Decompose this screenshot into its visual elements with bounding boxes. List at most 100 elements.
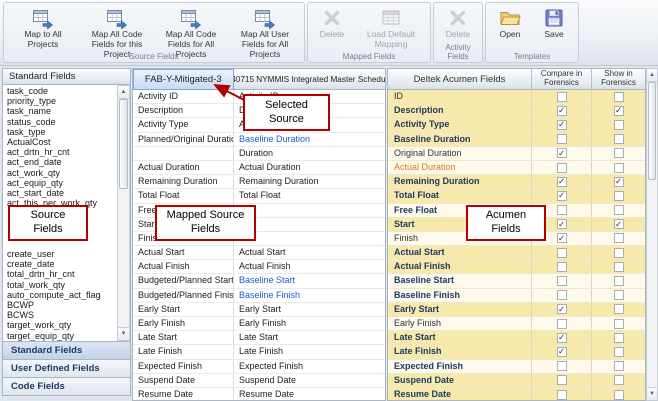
scroll-down-icon[interactable]: ▼	[118, 327, 129, 340]
scroll-up-icon[interactable]: ▲	[647, 69, 657, 82]
acumen-field-row[interactable]: Total Float✓	[388, 189, 645, 203]
mapped-cell[interactable]: Early Finish	[133, 317, 234, 330]
compare-checkbox[interactable]	[557, 276, 567, 286]
acumen-field-row[interactable]: Actual Start	[388, 246, 645, 260]
show-checkbox[interactable]	[614, 290, 624, 300]
open-button[interactable]: Open	[488, 5, 532, 40]
source-field-item[interactable]: ActualCost	[3, 137, 116, 147]
show-checkbox[interactable]	[614, 163, 624, 173]
compare-checkbox[interactable]	[557, 319, 567, 329]
source-field-item[interactable]: priority_type	[3, 96, 116, 106]
mapped-cell[interactable]: Total Float	[133, 189, 234, 202]
acumen-field-row[interactable]: Baseline Start	[388, 274, 645, 288]
show-checkbox[interactable]	[614, 347, 624, 357]
mapped-cell[interactable]: Actual Duration	[234, 161, 385, 174]
compare-checkbox[interactable]: ✓	[557, 177, 567, 187]
mapped-cell[interactable]: Remaining Duration	[234, 175, 385, 188]
show-checkbox[interactable]	[614, 319, 624, 329]
source-field-item[interactable]: create_date	[3, 259, 116, 269]
show-checkbox[interactable]	[614, 134, 624, 144]
mapped-cell[interactable]: Baseline Duration	[234, 133, 385, 146]
mapped-cell[interactable]: Total Float	[234, 189, 385, 202]
mapped-cell[interactable]	[133, 147, 234, 160]
show-checkbox[interactable]	[614, 375, 624, 385]
acumen-field-row[interactable]: Expected Finish	[388, 360, 645, 374]
acumen-field-row[interactable]: Activity Type✓	[388, 118, 645, 132]
acumen-field-row[interactable]: Description✓✓	[388, 104, 645, 118]
mapped-cell[interactable]	[234, 232, 385, 245]
mapped-cell[interactable]: Actual Finish	[133, 260, 234, 273]
compare-checkbox[interactable]	[557, 390, 567, 400]
mapped-cell[interactable]: Budgeted/Planned Finish	[133, 289, 234, 302]
show-checkbox[interactable]: ✓	[614, 106, 624, 116]
mapped-cell[interactable]: Actual Start	[234, 246, 385, 259]
mapped-cell[interactable]: Activity ID	[133, 90, 234, 103]
compare-checkbox[interactable]: ✓	[557, 233, 567, 243]
compare-checkbox[interactable]: ✓	[557, 120, 567, 130]
compare-checkbox[interactable]	[557, 361, 567, 371]
mapped-cell[interactable]: Actual Start	[133, 246, 234, 259]
source-field-item[interactable]: act_equip_qty	[3, 178, 116, 188]
mapped-cell[interactable]: Budgeted/Planned Start	[133, 274, 234, 287]
compare-checkbox[interactable]: ✓	[557, 148, 567, 158]
compare-checkbox[interactable]	[557, 375, 567, 385]
mapped-cell[interactable]: Remaining Duration	[133, 175, 234, 188]
source-field-item[interactable]: task_name	[3, 106, 116, 116]
compare-checkbox[interactable]: ✓	[557, 304, 567, 314]
mapped-cell[interactable]	[234, 204, 385, 217]
mapped-cell[interactable]: Expected Finish	[234, 360, 385, 373]
scrollbar-thumb[interactable]	[648, 82, 656, 180]
source-field-item[interactable]: status_code	[3, 117, 116, 127]
mapped-cell[interactable]: Description	[133, 104, 234, 117]
show-checkbox[interactable]	[614, 262, 624, 272]
source-field-item[interactable]: act_end_date	[3, 157, 116, 167]
show-checkbox[interactable]	[614, 191, 624, 201]
show-checkbox[interactable]: ✓	[614, 219, 624, 229]
source-field-item[interactable]: act_work_qty	[3, 168, 116, 178]
source-field-item[interactable]: BCWP	[3, 300, 116, 310]
mapped-cell[interactable]: Actual Finish	[234, 260, 385, 273]
show-checkbox[interactable]	[614, 92, 624, 102]
mapped-cell[interactable]: Actual Duration	[133, 161, 234, 174]
source-field-item[interactable]: act_start_date	[3, 188, 116, 198]
acumen-field-row[interactable]: Suspend Date	[388, 374, 645, 388]
source-column-header[interactable]: 040715 NYMMIS Integrated Master Schedule	[234, 69, 385, 90]
acumen-field-row[interactable]: Original Duration✓	[388, 147, 645, 161]
scroll-down-icon[interactable]: ▼	[647, 387, 657, 400]
show-checkbox[interactable]	[614, 233, 624, 243]
compare-checkbox[interactable]: ✓	[557, 191, 567, 201]
mapped-cell[interactable]: Late Start	[133, 331, 234, 344]
source-column-header-selected[interactable]: FAB-Y-Mitigated-3	[133, 69, 234, 90]
compare-checkbox[interactable]: ✓	[557, 219, 567, 229]
show-checkbox[interactable]	[614, 304, 624, 314]
mapped-cell[interactable]: Expected Finish	[133, 360, 234, 373]
mapped-cell[interactable]	[234, 218, 385, 231]
show-checkbox[interactable]	[614, 390, 624, 400]
mapped-cell[interactable]: Resume Date	[234, 388, 385, 401]
source-field-item[interactable]: BCWS	[3, 310, 116, 320]
mapped-cell[interactable]: Late Finish	[234, 345, 385, 358]
mapped-cell[interactable]: Late Start	[234, 331, 385, 344]
main-scrollbar[interactable]: ▲ ▼	[646, 68, 658, 401]
compare-checkbox[interactable]: ✓	[557, 347, 567, 357]
acumen-field-row[interactable]: Actual Finish	[388, 260, 645, 274]
acumen-field-row[interactable]: ID	[388, 90, 645, 104]
show-checkbox[interactable]	[614, 333, 624, 343]
source-field-item[interactable]: total_drtn_hr_cnt	[3, 269, 116, 279]
acumen-field-row[interactable]: Early Start✓	[388, 303, 645, 317]
acumen-field-row[interactable]: Baseline Duration	[388, 133, 645, 147]
mapped-cell[interactable]: Activity Type	[133, 118, 234, 131]
compare-checkbox[interactable]: ✓	[557, 333, 567, 343]
scroll-up-icon[interactable]: ▲	[118, 86, 129, 99]
compare-checkbox[interactable]: ✓	[557, 106, 567, 116]
acumen-field-row[interactable]: Early Finish	[388, 317, 645, 331]
source-field-item[interactable]: task_code	[3, 86, 116, 96]
show-checkbox[interactable]	[614, 205, 624, 215]
compare-checkbox[interactable]	[557, 163, 567, 173]
show-checkbox[interactable]	[614, 148, 624, 158]
tab-user-defined-fields[interactable]: User Defined Fields	[2, 359, 131, 378]
source-field-item[interactable]: target_equip_qty	[3, 331, 116, 341]
mapped-cell[interactable]: Resume Date	[133, 388, 234, 401]
mapped-cell[interactable]: Early Start	[133, 303, 234, 316]
tab-standard-fields[interactable]: Standard Fields	[2, 341, 131, 360]
